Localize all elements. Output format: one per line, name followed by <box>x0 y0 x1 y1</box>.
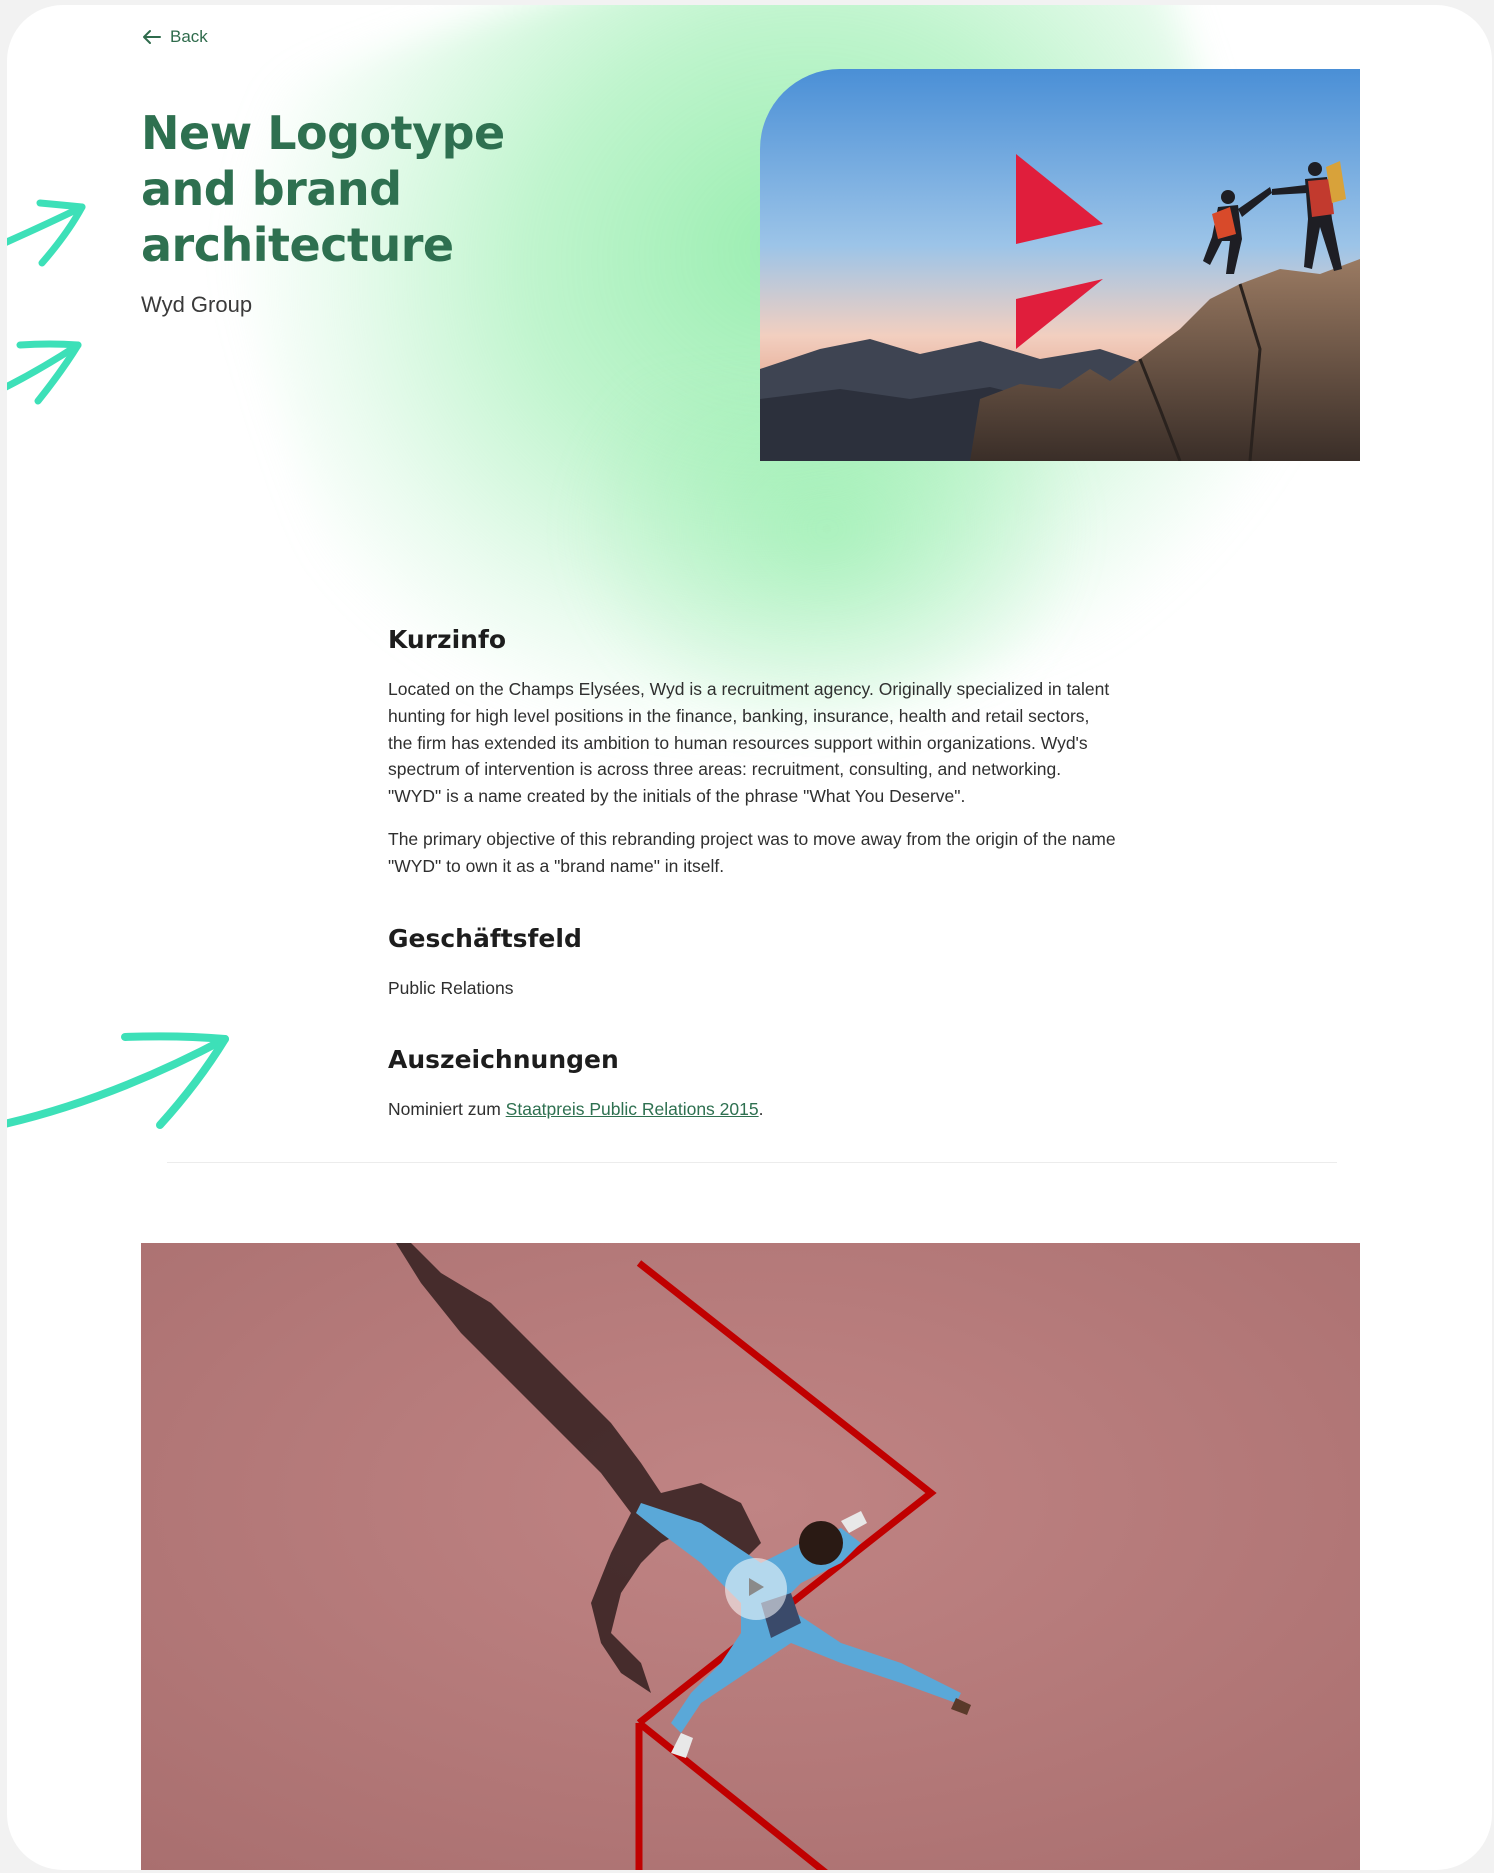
kurzinfo-paragraph: Located on the Champs Elysées, Wyd is a … <box>388 679 1110 807</box>
awards-prefix: Nominiert zum <box>388 1099 506 1120</box>
kurzinfo-paragraph: The primary objective of this rebranding… <box>388 828 1116 876</box>
page: Back New Logotype and brand architecture… <box>7 5 1492 1870</box>
video-player[interactable] <box>141 1243 1360 1870</box>
arrow-left-icon <box>142 29 162 45</box>
back-button[interactable]: Back <box>142 27 208 47</box>
awards-suffix: . <box>758 1099 764 1120</box>
back-label: Back <box>170 27 208 46</box>
section-heading-geschaeftsfeld: Geschäftsfeld <box>388 923 582 953</box>
divider <box>167 1162 1337 1163</box>
award-link[interactable]: Staatpreis Public Relations 2015 <box>506 1099 759 1119</box>
hand-drawn-arrow-icon <box>7 199 86 267</box>
awards-text: Nominiert zum Staatpreis Public Relation… <box>388 1096 1118 1123</box>
play-button[interactable] <box>725 1558 787 1620</box>
section-heading-kurzinfo: Kurzinfo <box>388 625 507 654</box>
play-icon <box>745 1575 767 1604</box>
hero-image <box>760 69 1360 461</box>
client-name: Wyd Group <box>141 292 253 317</box>
hand-drawn-arrow-icon <box>7 1032 229 1129</box>
hand-drawn-arrow-icon <box>7 340 82 405</box>
section-heading-auszeichnungen: Auszeichnungen <box>388 1045 619 1075</box>
business-field-value: Public Relations <box>388 977 514 998</box>
project-details: Kurzinfo Located on the Champs Elysées, … <box>388 625 1118 1139</box>
page-title: New Logotype and brand architecture <box>141 106 505 272</box>
